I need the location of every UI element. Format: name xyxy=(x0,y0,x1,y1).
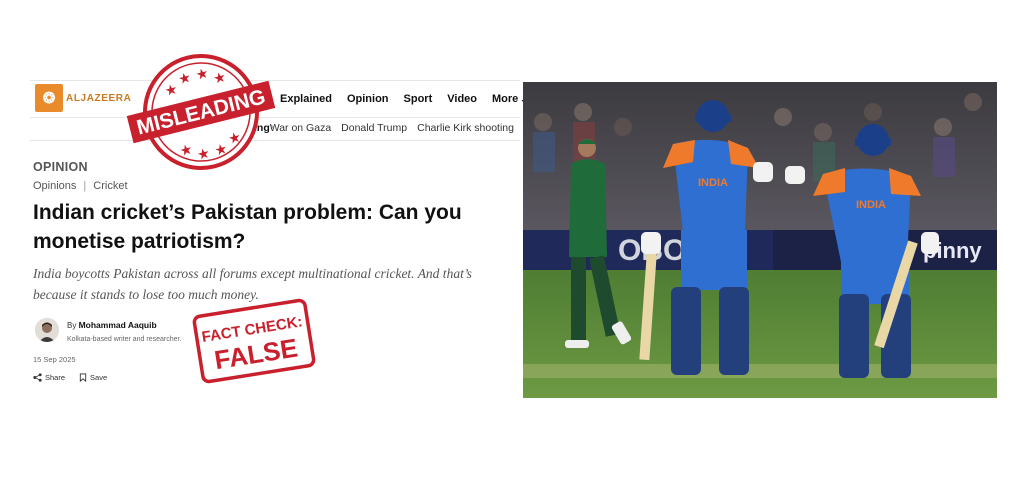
author-name[interactable]: Mohammad Aaquib xyxy=(79,320,157,330)
hero-image: OBO pinny INDIA xyxy=(523,82,997,398)
avatar[interactable] xyxy=(35,318,59,342)
author-photo xyxy=(35,318,59,342)
nav-video[interactable]: Video xyxy=(447,93,477,105)
nav-more[interactable]: More⌄ xyxy=(492,93,527,105)
share-icon xyxy=(33,373,42,382)
main-nav: Explained Opinion Sport Video More⌄ xyxy=(280,93,527,105)
save-label: Save xyxy=(90,373,108,382)
share-label: Share xyxy=(45,373,66,382)
save-button[interactable]: Save xyxy=(79,373,107,382)
trending-items: War on Gaza Donald Trump Charlie Kirk sh… xyxy=(270,122,514,134)
author-bio: Kolkata-based writer and researcher. xyxy=(67,336,182,343)
breadcrumb-separator: | xyxy=(83,180,87,192)
publish-date: 15 Sep 2025 xyxy=(33,355,76,364)
breadcrumb: Opinions | Cricket xyxy=(33,180,128,192)
nav-sport[interactable]: Sport xyxy=(404,93,433,105)
breadcrumb-opinions[interactable]: Opinions xyxy=(33,180,76,192)
article-standfirst: India boycotts Pakistan across all forum… xyxy=(33,266,472,302)
cricket-photo: OBO pinny INDIA xyxy=(523,82,997,398)
nav-more-label: More xyxy=(492,93,519,105)
breadcrumb-cricket[interactable]: Cricket xyxy=(93,180,127,192)
byline-prefix: By xyxy=(67,321,77,330)
jersey-text-left: INDIA xyxy=(698,177,728,189)
trending-item-charlie-kirk[interactable]: Charlie Kirk shooting xyxy=(417,122,514,134)
bookmark-icon xyxy=(79,373,87,382)
share-button[interactable]: Share xyxy=(33,373,65,382)
article-actions: Share Save xyxy=(33,373,107,382)
section-label: OPINION xyxy=(33,160,88,174)
byline: By Mohammad Aaquib xyxy=(67,320,157,330)
nav-opinion[interactable]: Opinion xyxy=(347,93,389,105)
jersey-text-right: INDIA xyxy=(856,199,886,211)
trending-item-donald-trump[interactable]: Donald Trump xyxy=(341,122,407,134)
page-title: Indian cricket’s Pakistan problem: Can y… xyxy=(33,201,462,253)
aljazeera-logo-icon: ❂ xyxy=(35,84,63,112)
nav-explained[interactable]: Explained xyxy=(280,93,332,105)
